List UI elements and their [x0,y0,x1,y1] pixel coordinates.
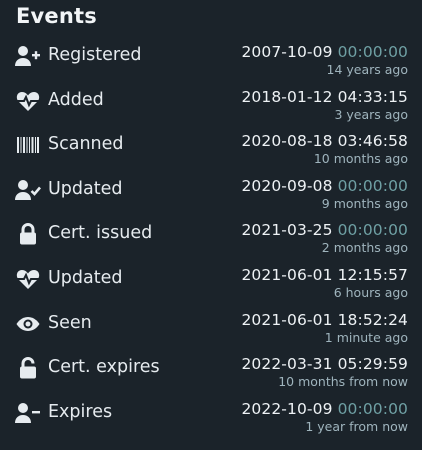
event-datetime: 2022-03-31 05:29:59 [241,354,408,374]
event-date: 2020-08-18 [241,132,333,151]
event-time: 05:29:59 [337,355,408,374]
event-timestamp: 2021-06-01 18:52:24 1 minute ago [241,310,408,346]
heartbeat-icon [14,267,42,291]
event-row: Updated 2020-09-08 00:00:00 9 months ago [14,172,408,217]
event-date: 2022-03-31 [241,355,333,374]
panel-title: Events [16,4,97,28]
event-label-registered: Registered [48,45,142,65]
event-time: 12:15:57 [337,265,408,284]
event-relative-time: 14 years ago [326,62,409,77]
event-date: 2018-01-12 [241,87,333,106]
event-label-updated: Updated [48,178,123,199]
event-datetime: 2021-06-01 18:52:24 [241,310,408,330]
event-row: Added 2018-01-12 04:33:15 3 years ago [14,83,408,128]
event-timestamp: 2021-03-25 00:00:00 2 months ago [241,220,408,256]
event-label-scanned: Scanned [48,134,124,155]
event-relative-time: 10 months ago [313,151,408,167]
event-timestamp: 2020-09-08 00:00:00 9 months ago [241,176,408,212]
event-row: Scanned 2020-08-18 03:46:58 10 months ago [14,127,408,172]
barcode-icon [14,133,42,157]
event-date: 2021-06-01 [241,265,333,284]
event-timestamp: 2007-10-09 00:00:00 14 years ago [241,42,408,78]
event-label-cert-expires: Cert. expires [48,357,160,378]
event-datetime: 2020-09-08 00:00:00 [241,176,408,196]
event-time: 04:33:15 [337,87,408,106]
event-time: 00:00:00 [337,43,408,61]
event-timestamp: 2018-01-12 04:33:15 3 years ago [241,87,408,123]
event-relative-time: 1 year from now [305,418,408,434]
events-panel: Events Registered 2007-10-09 00:00:00 14 y… [0,0,422,450]
event-time: 00:00:00 [337,399,408,418]
event-label-expires: Expires [48,401,113,422]
event-timestamp: 2021-06-01 12:15:57 6 hours ago [241,265,408,301]
user-check-icon [14,178,42,202]
eye-icon [14,312,42,336]
event-datetime: 2021-03-25 00:00:00 [241,220,408,240]
event-row: Cert. issued 2021-03-25 00:00:00 2 months … [14,216,408,261]
event-relative-time: 10 months from now [278,374,408,390]
lock-icon [14,222,42,246]
event-row: Updated 2021-06-01 12:15:57 6 hours ago [14,261,408,306]
event-date: 2021-03-25 [241,221,333,240]
event-datetime: 2018-01-12 04:33:15 [241,87,408,107]
event-datetime: 2022-10-09 00:00:00 [241,399,408,419]
event-row: Expires 2022-10-09 00:00:00 1 year from no… [14,395,408,440]
event-date: 2020-09-08 [241,176,333,195]
event-timestamp: 2022-03-31 05:29:59 10 months from now [241,354,408,390]
event-timestamp: 2022-10-09 00:00:00 1 year from now [241,399,408,435]
event-label-seen: Seen [48,312,92,333]
event-relative-time: 9 months ago [321,195,408,211]
event-timestamp: 2020-08-18 03:46:58 10 months ago [241,131,408,167]
event-datetime: 2020-08-18 03:46:58 [241,131,408,151]
event-relative-time: 2 months ago [321,240,408,256]
unlock-icon [14,356,42,380]
event-date: 2022-10-09 [241,399,333,418]
heartbeat-icon [14,89,42,113]
event-row: Cert. expires 2022-03-31 05:29:59 10 month… [14,350,408,395]
event-row: Registered 2007-10-09 00:00:00 14 years ag… [14,38,408,83]
event-date: 2021-06-01 [241,310,333,329]
event-datetime: 2021-06-01 12:15:57 [241,265,408,285]
event-relative-time: 6 hours ago [333,284,408,300]
event-row: Seen 2021-06-01 18:52:24 1 minute ago [14,306,408,351]
event-time: 00:00:00 [337,176,408,195]
event-datetime: 2007-10-09 00:00:00 [241,42,408,62]
event-time: 03:46:58 [337,132,408,151]
user-plus-icon [14,44,42,68]
event-label-cert-issued: Cert. issued [48,223,153,244]
event-date: 2007-10-09 [241,43,333,61]
user-minus-icon [14,401,42,425]
event-time: 00:00:00 [337,221,408,240]
event-label-added: Added [48,89,104,110]
event-list: Registered 2007-10-09 00:00:00 14 years ag… [14,38,408,439]
event-time: 18:52:24 [337,310,408,329]
event-relative-time: 1 minute ago [324,329,408,345]
event-relative-time: 3 years ago [334,106,408,122]
event-label-updated: Updated [48,267,123,288]
